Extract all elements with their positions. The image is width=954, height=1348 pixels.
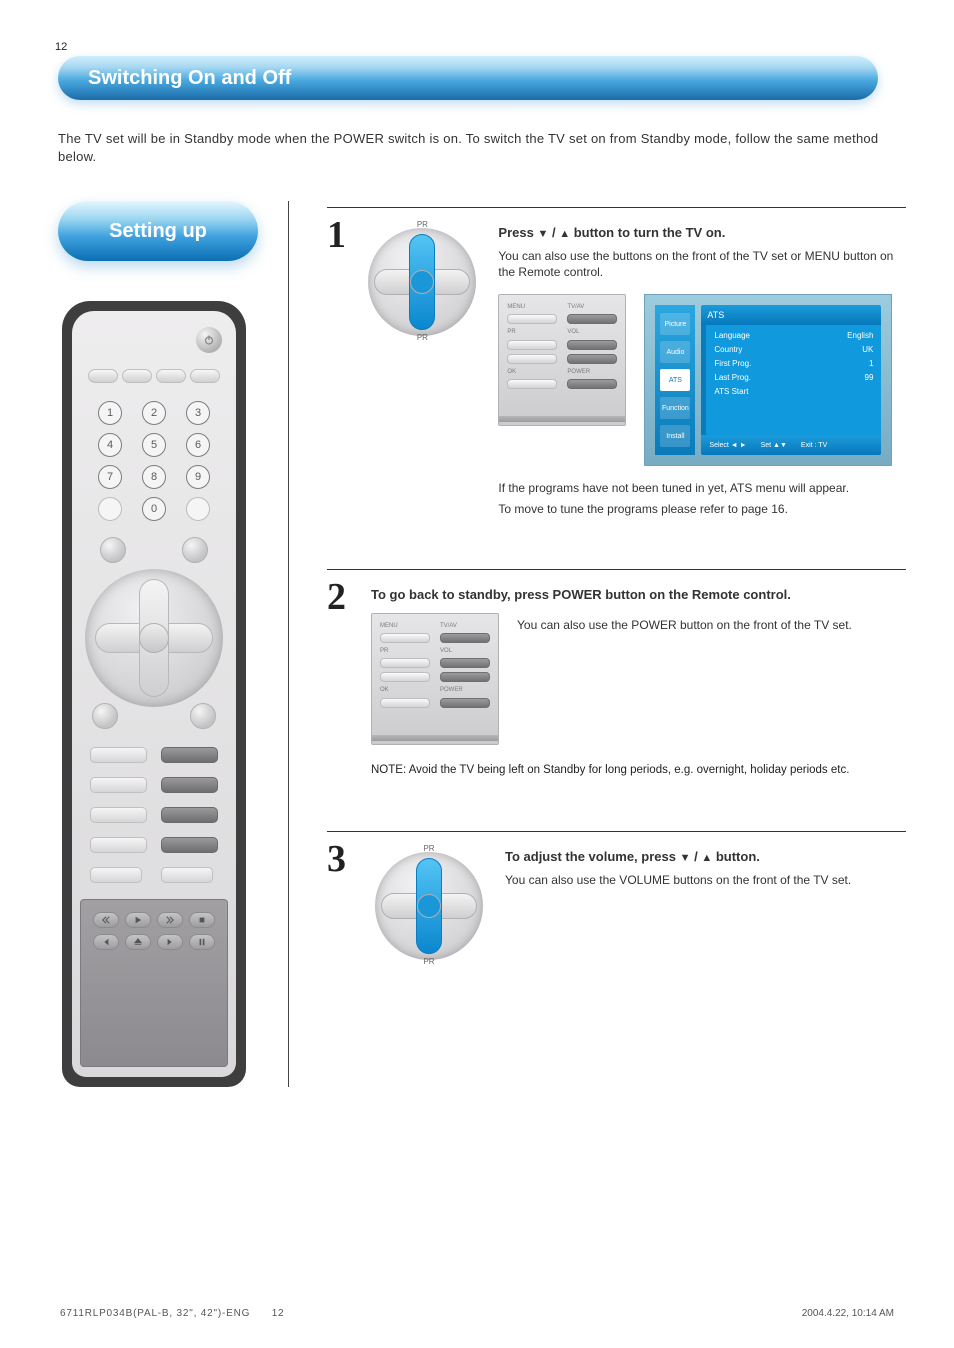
power-icon: [196, 327, 222, 353]
section-pill: Setting up: [58, 201, 258, 261]
step-number: 2: [327, 578, 371, 616]
step2-title: To go back to standby, press POWER butto…: [371, 586, 906, 604]
rewind-icon: [93, 912, 119, 928]
pr-down-label: PR: [423, 957, 434, 968]
footer-page-number: 12: [272, 1308, 285, 1319]
pr-up-label: PR: [417, 220, 428, 231]
osd-tab: Picture: [660, 313, 690, 335]
osd-tab: Install: [660, 425, 690, 447]
footer-date: 2004.4.22, 10:14 AM: [802, 1307, 894, 1321]
up-icon: ▲: [701, 852, 712, 864]
step1-post: button to turn the TV on.: [574, 225, 726, 240]
dpad-icon: PR PR: [364, 224, 480, 340]
next-icon: [157, 934, 183, 950]
osd-label: ATS Start: [714, 387, 748, 398]
pr-up-label: PR: [423, 844, 434, 855]
mode-buttons: [72, 369, 236, 383]
step1-pre: Press: [498, 225, 533, 240]
footer-meta: 6711RLP034B(PAL-B, 32", 42")-ENG 12: [60, 1307, 284, 1321]
ok-button: [190, 703, 216, 729]
osd-footer-hint: Exit : TV: [801, 441, 827, 450]
prev-icon: [93, 934, 119, 950]
step3-pre: To adjust the volume, press: [505, 849, 676, 864]
pr-down-label: PR: [417, 333, 428, 344]
down-icon: ▼: [537, 228, 548, 240]
page-title-bar: Switching On and Off: [58, 56, 878, 100]
osd-tab: Function: [660, 397, 690, 419]
pause-icon: [189, 934, 215, 950]
osd-tab: Audio: [660, 341, 690, 363]
osd-value: English: [847, 331, 873, 342]
osd-value: 1: [869, 359, 873, 370]
step3-post: button.: [716, 849, 760, 864]
up-icon: ▲: [559, 228, 570, 240]
eject-icon: [125, 934, 151, 950]
misc-button: [182, 537, 208, 563]
page-title: Switching On and Off: [88, 65, 291, 92]
step1-p1: You can also use the buttons on the fron…: [498, 248, 906, 280]
forward-icon: [157, 912, 183, 928]
osd-footer-hint: Set ▲▼: [761, 441, 787, 450]
osd-body: Language English Country UK First Prog. 1 L…: [701, 325, 881, 435]
step-1: 1 PR PR Press ▼ / ▲: [327, 207, 906, 517]
osd-label: Last Prog.: [714, 373, 750, 384]
step3-p1: You can also use the VOLUME buttons on t…: [505, 872, 851, 888]
osd-label: First Prog.: [714, 359, 751, 370]
step-3: 3 PR PR To adjust the volume, press ▼ /: [327, 831, 906, 964]
down-icon: ▼: [680, 852, 691, 864]
osd-screenshot: Picture Audio ATS Function Install ATS: [644, 294, 892, 466]
step-number: 3: [327, 840, 371, 878]
step-number: 1: [327, 216, 364, 254]
step2-note: NOTE: Avoid the TV being left on Standby…: [371, 763, 906, 779]
footer-meta-text: 6711RLP034B(PAL-B, 32", 42")-ENG: [60, 1308, 250, 1319]
step1-p2: If the programs have not been tuned in y…: [498, 480, 906, 496]
mute-button: [92, 703, 118, 729]
media-buttons-panel: [80, 899, 228, 1067]
front-panel-illustration: MENUTV/AV PRVOL OKPOWER: [498, 294, 626, 426]
dpad: [85, 569, 223, 707]
intro-text: The TV set will be in Standby mode when …: [58, 130, 906, 165]
page-number: 12: [55, 40, 67, 55]
step2-p1: You can also use the POWER button on the…: [517, 613, 852, 745]
step-2: 2 To go back to standby, press POWER but…: [327, 569, 906, 779]
osd-footer-hint: Select ◄ ►: [709, 441, 746, 450]
osd-footer: Select ◄ ► Set ▲▼ Exit : TV: [701, 435, 881, 455]
osd-tab-active: ATS: [660, 369, 690, 391]
front-panel-illustration: MENUTV/AV PRVOL OKPOWER: [371, 613, 499, 745]
remote-illustration: 123 456 789 0: [62, 301, 246, 1087]
play-icon: [125, 912, 151, 928]
number-pad: 123 456 789 0: [72, 399, 236, 523]
stop-icon: [189, 912, 215, 928]
step1-p3: To move to tune the programs please refe…: [498, 501, 906, 517]
osd-label: Country: [714, 345, 742, 356]
osd-value: UK: [862, 345, 873, 356]
osd-header: ATS: [701, 305, 881, 325]
misc-button: [100, 537, 126, 563]
osd-value: 99: [865, 373, 874, 384]
dpad-icon: PR PR: [371, 848, 487, 964]
section-pill-label: Setting up: [109, 221, 207, 242]
osd-label: Language: [714, 331, 750, 342]
function-buttons: [72, 743, 236, 887]
